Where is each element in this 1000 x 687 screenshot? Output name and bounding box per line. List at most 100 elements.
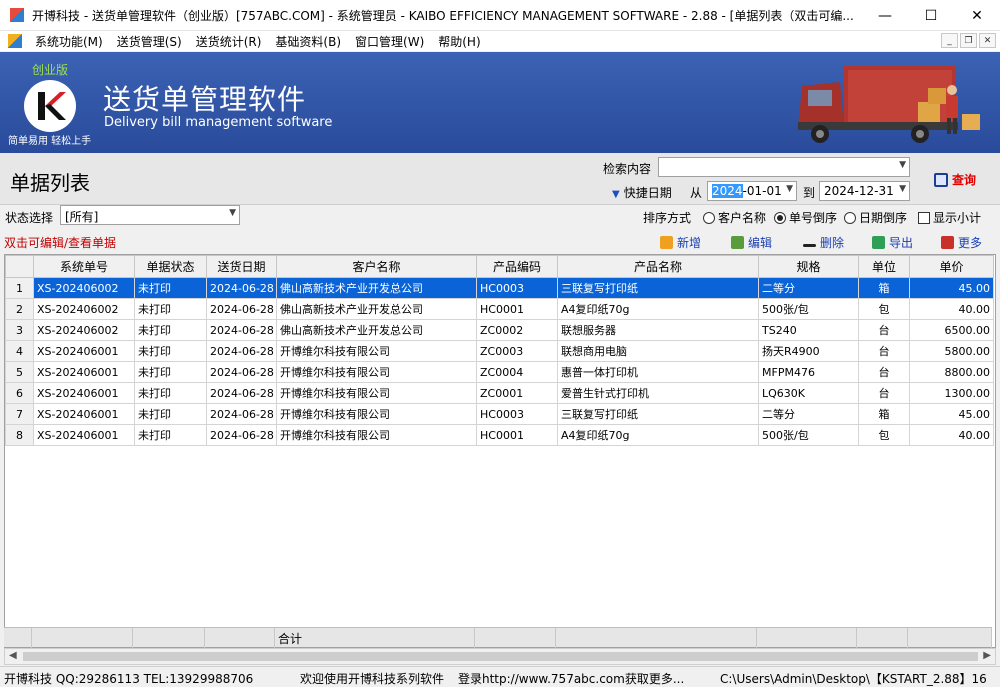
date-to-picker[interactable]: 2024-12-31 ▼ <box>819 181 910 201</box>
unit-cell[interactable]: 箱 <box>858 403 910 425</box>
maximize-button[interactable]: ☐ <box>908 0 954 31</box>
mdi-minimize-button[interactable]: _ <box>941 33 958 48</box>
spec-cell[interactable]: MFPM476 <box>758 361 859 383</box>
customer-cell[interactable]: 开博维尔科技有限公司 <box>276 340 477 362</box>
bill-no-cell[interactable]: XS-202406001 <box>33 361 135 383</box>
price-cell[interactable]: 8800.00 <box>909 361 994 383</box>
spec-cell[interactable]: 500张/包 <box>758 424 859 446</box>
scroll-thumb[interactable] <box>23 652 978 661</box>
customer-cell[interactable]: 佛山高新技术产业开发总公司 <box>276 298 477 320</box>
col-header-product-code[interactable]: 产品编码 <box>476 255 558 278</box>
product-code-cell[interactable]: ZC0001 <box>476 382 558 404</box>
export-button[interactable]: 导出 <box>872 234 913 251</box>
product-name-cell[interactable]: 联想服务器 <box>557 319 759 341</box>
product-name-cell[interactable]: A4复印纸70g <box>557 298 759 320</box>
product-code-cell[interactable]: HC0001 <box>476 298 558 320</box>
date-cell[interactable]: 2024-06-28 <box>206 424 277 446</box>
customer-cell[interactable]: 开博维尔科技有限公司 <box>276 361 477 383</box>
status-cell[interactable]: 未打印 <box>134 382 207 404</box>
bill-grid[interactable]: 系统单号 单据状态 送货日期 客户名称 产品编码 产品名称 规格 单位 单价 1… <box>4 254 996 648</box>
customer-cell[interactable]: 开博维尔科技有限公司 <box>276 382 477 404</box>
bill-no-cell[interactable]: XS-202406002 <box>33 319 135 341</box>
minimize-button[interactable]: — <box>862 0 908 31</box>
unit-cell[interactable]: 包 <box>858 424 910 446</box>
status-cell[interactable]: 未打印 <box>134 319 207 341</box>
delete-button[interactable]: 删除 <box>803 234 844 251</box>
status-login-link[interactable]: 登录http://www.757abc.com获取更多... <box>458 670 684 687</box>
date-cell[interactable]: 2024-06-28 <box>206 298 277 320</box>
table-row[interactable]: 6 XS-202406001 未打印 2024-06-28 开博维尔科技有限公司 ZC00… <box>5 382 994 404</box>
customer-cell[interactable]: 开博维尔科技有限公司 <box>276 424 477 446</box>
unit-cell[interactable]: 台 <box>858 382 910 404</box>
product-code-cell[interactable]: ZC0003 <box>476 340 558 362</box>
col-header-product-name[interactable]: 产品名称 <box>557 255 759 278</box>
date-cell[interactable]: 2024-06-28 <box>206 361 277 383</box>
row-number[interactable]: 2 <box>5 298 34 320</box>
status-cell[interactable]: 未打印 <box>134 298 207 320</box>
spec-cell[interactable]: 二等分 <box>758 403 859 425</box>
search-input[interactable]: ▼ <box>658 157 910 177</box>
col-header-price[interactable]: 单价 <box>909 255 994 278</box>
product-code-cell[interactable]: HC0003 <box>476 277 558 299</box>
menu-window[interactable]: 窗口管理(W) <box>348 33 431 50</box>
col-header-spec[interactable]: 规格 <box>758 255 859 278</box>
sort-number-desc-radio[interactable]: 单号倒序 <box>774 209 837 226</box>
price-cell[interactable]: 6500.00 <box>909 319 994 341</box>
col-header-unit[interactable]: 单位 <box>858 255 910 278</box>
bill-no-cell[interactable]: XS-202406002 <box>33 277 135 299</box>
show-subtotal-checkbox[interactable]: 显示小计 <box>918 209 981 226</box>
horizontal-scrollbar[interactable]: ◀ ▶ <box>4 648 996 665</box>
status-cell[interactable]: 未打印 <box>134 277 207 299</box>
bill-no-cell[interactable]: XS-202406001 <box>33 424 135 446</box>
price-cell[interactable]: 40.00 <box>909 298 994 320</box>
col-header-status[interactable]: 单据状态 <box>134 255 207 278</box>
bill-no-cell[interactable]: XS-202406002 <box>33 298 135 320</box>
row-number[interactable]: 8 <box>5 424 34 446</box>
table-row[interactable]: 3 XS-202406002 未打印 2024-06-28 佛山高新技术产业开发总公司 Z… <box>5 319 994 341</box>
quick-date-toggle[interactable]: ▼ 快捷日期 <box>612 184 672 201</box>
spec-cell[interactable]: LQ630K <box>758 382 859 404</box>
col-header-bill-no[interactable]: 系统单号 <box>33 255 135 278</box>
menu-statistics[interactable]: 送货统计(R) <box>189 33 269 50</box>
row-number[interactable]: 7 <box>5 403 34 425</box>
unit-cell[interactable]: 台 <box>858 361 910 383</box>
status-cell[interactable]: 未打印 <box>134 424 207 446</box>
spec-cell[interactable]: 二等分 <box>758 277 859 299</box>
spec-cell[interactable]: TS240 <box>758 319 859 341</box>
row-number[interactable]: 5 <box>5 361 34 383</box>
price-cell[interactable]: 45.00 <box>909 277 994 299</box>
product-name-cell[interactable]: 三联复写打印纸 <box>557 403 759 425</box>
spec-cell[interactable]: 500张/包 <box>758 298 859 320</box>
price-cell[interactable]: 40.00 <box>909 424 994 446</box>
bill-no-cell[interactable]: XS-202406001 <box>33 340 135 362</box>
menu-system[interactable]: 系统功能(M) <box>28 33 110 50</box>
date-from-picker[interactable]: 2024-01-01 ▼ <box>707 181 797 201</box>
spec-cell[interactable]: 扬天R4900 <box>758 340 859 362</box>
product-name-cell[interactable]: A4复印纸70g <box>557 424 759 446</box>
edit-button[interactable]: 编辑 <box>731 234 772 251</box>
date-cell[interactable]: 2024-06-28 <box>206 319 277 341</box>
product-name-cell[interactable]: 惠普一体打印机 <box>557 361 759 383</box>
status-cell[interactable]: 未打印 <box>134 340 207 362</box>
date-cell[interactable]: 2024-06-28 <box>206 340 277 362</box>
bill-no-cell[interactable]: XS-202406001 <box>33 403 135 425</box>
row-number[interactable]: 1 <box>5 277 34 299</box>
sort-customer-radio[interactable]: 客户名称 <box>703 209 766 226</box>
add-button[interactable]: 新增 <box>660 234 701 251</box>
col-header-customer[interactable]: 客户名称 <box>276 255 477 278</box>
unit-cell[interactable]: 台 <box>858 319 910 341</box>
unit-cell[interactable]: 台 <box>858 340 910 362</box>
unit-cell[interactable]: 包 <box>858 298 910 320</box>
table-row[interactable]: 2 XS-202406002 未打印 2024-06-28 佛山高新技术产业开发总公司 H… <box>5 298 994 320</box>
more-button[interactable]: 更多 <box>941 234 982 251</box>
row-number[interactable]: 6 <box>5 382 34 404</box>
query-button[interactable]: 查询 <box>934 171 976 188</box>
mdi-close-button[interactable]: ✕ <box>979 33 996 48</box>
table-row[interactable]: 1 XS-202406002 未打印 2024-06-28 佛山高新技术产业开发总公司 H… <box>5 277 994 299</box>
col-header-date[interactable]: 送货日期 <box>206 255 277 278</box>
menu-help[interactable]: 帮助(H) <box>431 33 487 50</box>
status-cell[interactable]: 未打印 <box>134 403 207 425</box>
price-cell[interactable]: 5800.00 <box>909 340 994 362</box>
table-row[interactable]: 8 XS-202406001 未打印 2024-06-28 开博维尔科技有限公司 HC00… <box>5 424 994 446</box>
status-select[interactable]: [所有] ▼ <box>60 205 240 225</box>
